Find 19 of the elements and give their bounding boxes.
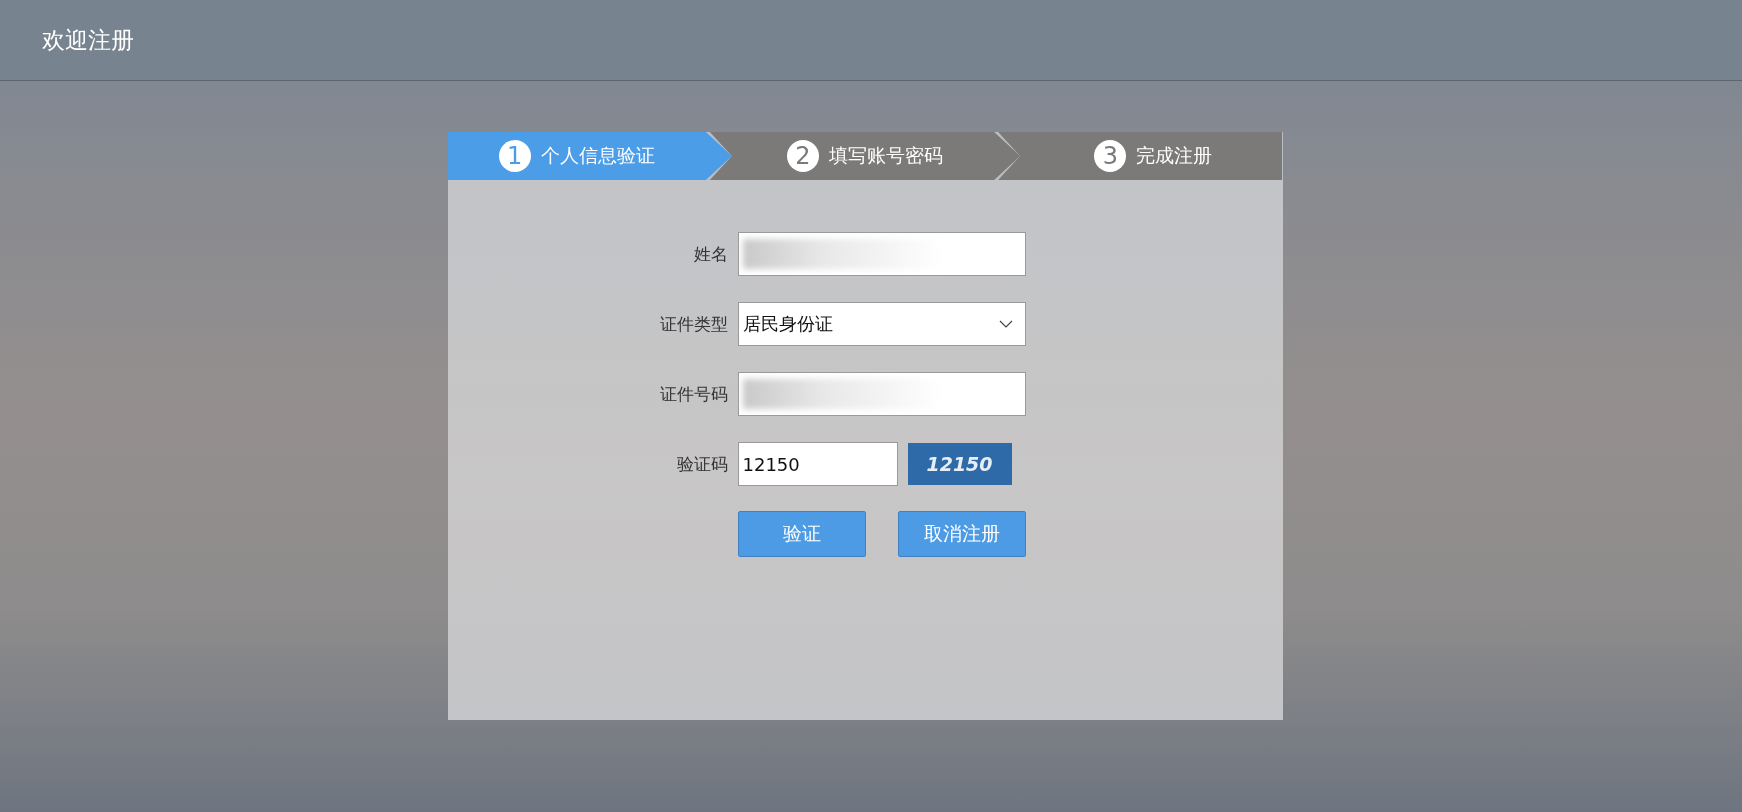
field-label: 验证码 xyxy=(675,452,729,476)
step-number-icon: 2 xyxy=(787,140,819,172)
field-label: 证件号码 xyxy=(658,382,729,406)
step-tab[interactable]: 2 填写账号密码 xyxy=(709,132,1021,180)
step-number-icon: 1 xyxy=(498,140,531,172)
step-number-icon: 3 xyxy=(1094,140,1127,172)
step-tab[interactable]: 3 完成注册 xyxy=(998,132,1283,180)
step-tab[interactable]: 1 个人信息验证 xyxy=(447,132,732,180)
action-button[interactable]: 取消注册 xyxy=(897,511,1026,557)
captcha-image[interactable]: 12150 xyxy=(907,443,1012,485)
text-field[interactable] xyxy=(737,232,1026,276)
action-button[interactable]: 验证 xyxy=(737,511,866,557)
chevron-down-icon xyxy=(998,320,1013,328)
text-field[interactable] xyxy=(737,372,1026,416)
captcha-field[interactable]: 12150 xyxy=(737,442,898,486)
dropdown-field[interactable]: 居民身份证 xyxy=(737,302,1026,346)
page-title: 欢迎注册 xyxy=(42,25,134,55)
field-label: 证件类型 xyxy=(658,312,729,336)
field-label: 姓名 xyxy=(692,242,729,266)
